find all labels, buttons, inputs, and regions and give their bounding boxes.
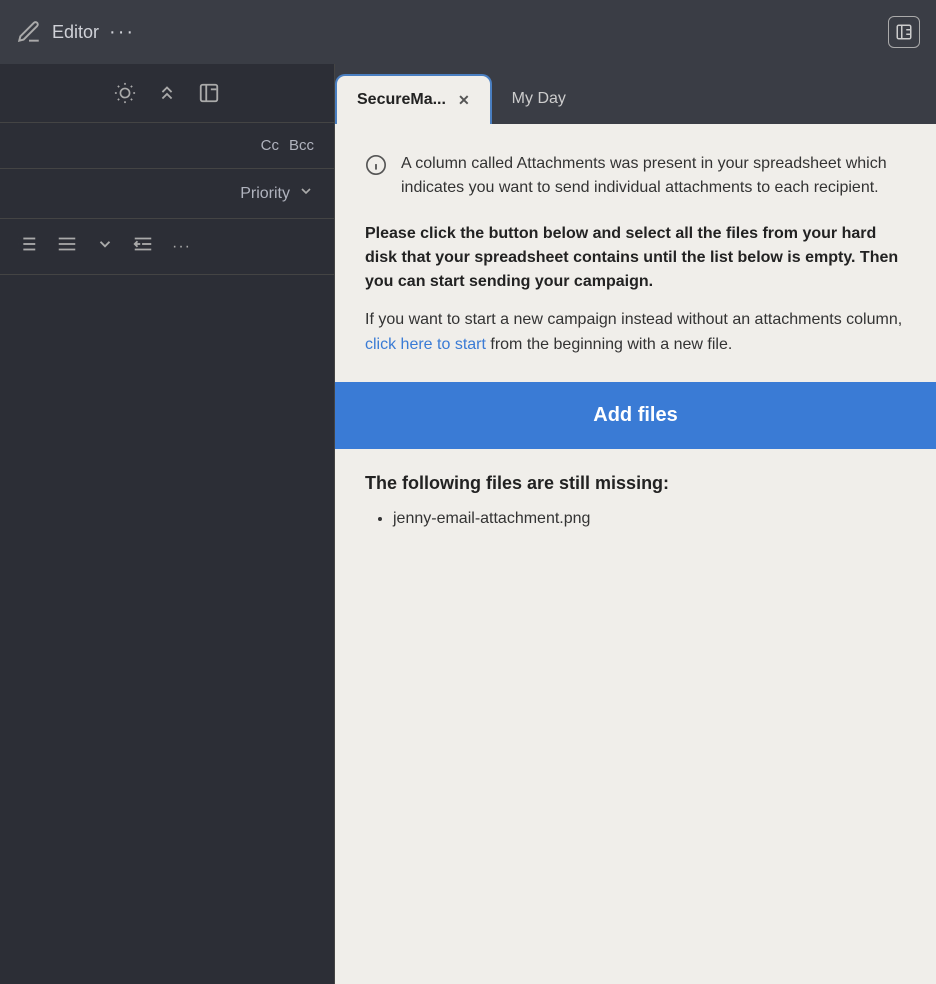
collapse-up-icon[interactable]	[156, 82, 178, 104]
editor-icon	[16, 19, 42, 45]
open-in-window-icon[interactable]	[198, 82, 220, 104]
info-row: A column called Attachments was present …	[365, 152, 906, 200]
expand-button[interactable]	[888, 16, 920, 48]
priority-dropdown[interactable]: Priority	[240, 183, 314, 204]
tab-securema[interactable]: SecureMa... ✕	[335, 74, 492, 124]
missing-file-item: jenny-email-attachment.png	[393, 510, 906, 528]
header-bar: Editor ···	[0, 0, 936, 64]
cc-bcc-row: Cc Bcc	[0, 123, 334, 169]
tab-myday-label: My Day	[512, 90, 566, 108]
align-format-icon[interactable]	[56, 233, 78, 260]
priority-label: Priority	[240, 185, 290, 203]
more-format-icon[interactable]: ···	[172, 238, 191, 256]
list-format-icon[interactable]	[16, 233, 38, 260]
cc-button[interactable]: Cc	[261, 137, 279, 154]
info-section: A column called Attachments was present …	[335, 124, 936, 382]
priority-chevron-icon	[298, 183, 314, 204]
tab-bar: SecureMa... ✕ My Day	[335, 64, 936, 124]
info-paragraph1: A column called Attachments was present …	[401, 152, 906, 200]
info-para3-before: If you want to start a new campaign inst…	[365, 311, 902, 328]
missing-files-title: The following files are still missing:	[365, 473, 906, 494]
format-toolbar: ···	[0, 219, 334, 275]
sidebar-body	[0, 275, 334, 984]
header-title: Editor	[52, 22, 99, 43]
add-files-button[interactable]: Add files	[335, 382, 936, 449]
sidebar-toolbar	[0, 64, 334, 123]
missing-section: The following files are still missing: j…	[335, 449, 936, 984]
info-para3-after: from the beginning with a new file.	[486, 336, 732, 353]
tab-securema-label: SecureMa...	[357, 91, 446, 109]
info-paragraph2: Please click the button below and select…	[365, 222, 906, 294]
outdent-icon[interactable]	[132, 233, 154, 260]
bcc-button[interactable]: Bcc	[289, 137, 314, 154]
sidebar: Cc Bcc Priority	[0, 64, 335, 984]
priority-row: Priority	[0, 169, 334, 219]
more-options-button[interactable]: ···	[109, 21, 135, 44]
content-area: A column called Attachments was present …	[335, 124, 936, 984]
click-here-link[interactable]: click here to start	[365, 336, 486, 353]
info-paragraph3: If you want to start a new campaign inst…	[365, 308, 906, 358]
missing-files-list: jenny-email-attachment.png	[365, 510, 906, 528]
right-panel: SecureMa... ✕ My Day A colum	[335, 64, 936, 984]
header-left: Editor ···	[16, 19, 135, 45]
tab-close-button[interactable]: ✕	[458, 92, 470, 109]
tab-myday[interactable]: My Day	[492, 74, 586, 124]
align-dropdown-icon[interactable]	[96, 235, 114, 258]
main-area: Cc Bcc Priority	[0, 64, 936, 984]
info-circle-icon	[365, 154, 387, 182]
sun-icon[interactable]	[114, 82, 136, 104]
